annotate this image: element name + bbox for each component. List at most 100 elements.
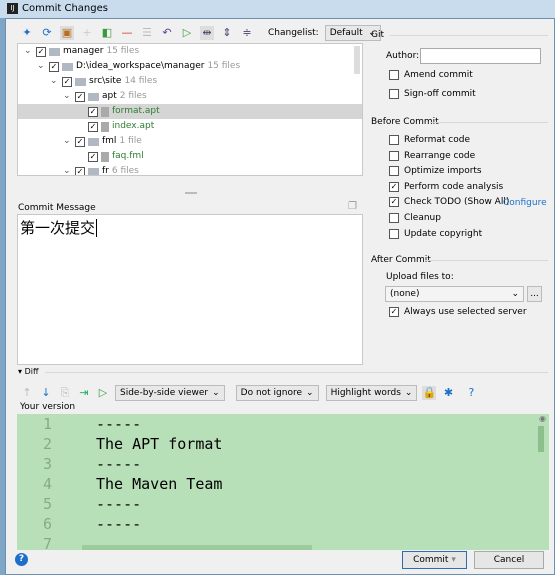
tree-node[interactable]: ⌄ ✓ fml 1 file: [18, 134, 362, 149]
merge-icon[interactable]: ◧: [100, 26, 114, 40]
amend-commit-checkbox[interactable]: Amend commit: [389, 70, 473, 80]
before-commit-option[interactable]: Cleanup: [389, 213, 441, 223]
collapse-all-icon[interactable]: ≑: [240, 26, 254, 40]
tree-node[interactable]: ⌄ ✓ apt 2 files: [18, 89, 362, 104]
node-name: faq.fml: [112, 151, 144, 161]
signoff-label: Sign-off commit: [404, 89, 476, 99]
before-commit-option[interactable]: ✓ Check TODO (Show All): [389, 197, 509, 208]
checkbox[interactable]: ✓: [75, 166, 85, 175]
chevron-down-icon[interactable]: ⌄: [63, 134, 72, 149]
tree-node[interactable]: ⌄ ✓ manager 15 files: [18, 44, 362, 59]
highlight-value: Highlight words: [330, 388, 401, 398]
checkbox[interactable]: ✓: [88, 121, 98, 132]
open-file-icon[interactable]: ⇥: [77, 386, 91, 400]
group-icon[interactable]: ☰: [140, 26, 154, 40]
arrow-down-icon[interactable]: ↓: [39, 386, 53, 400]
checkbox[interactable]: ✓: [88, 151, 98, 162]
ignore-select[interactable]: Do not ignore ⌄: [235, 385, 319, 401]
chevron-down-icon[interactable]: ⌄: [24, 44, 33, 59]
always-use-server-checkbox[interactable]: ✓ Always use selected server: [389, 307, 527, 317]
before-commit-option[interactable]: Reformat code: [389, 135, 470, 145]
changes-tree: ⌄ ✓ manager 15 files ⌄ ✓ D:\idea_workspace\man…: [17, 43, 363, 176]
chevron-down-icon: ⌄: [212, 388, 220, 398]
eye-icon[interactable]: ◉: [539, 414, 546, 423]
checkbox[interactable]: [389, 228, 399, 239]
help-button[interactable]: ?: [15, 553, 28, 566]
arrow-up-icon[interactable]: ↑: [20, 386, 34, 400]
refresh-icon[interactable]: ⟳: [40, 26, 54, 40]
clipboard-icon[interactable]: ▣: [60, 26, 74, 40]
author-input[interactable]: [420, 48, 541, 64]
chevron-down-icon[interactable]: ⌄: [37, 59, 46, 74]
checkbox[interactable]: ✓: [75, 91, 85, 102]
tree-node[interactable]: ✓ index.apt: [18, 119, 362, 134]
tree-node[interactable]: ✓ format.apt: [18, 104, 362, 119]
checkbox[interactable]: [389, 150, 399, 161]
splitter-handle[interactable]: [185, 192, 197, 194]
tree-scrollbar[interactable]: [354, 46, 360, 74]
upload-server-select[interactable]: (none) ⌄: [385, 286, 524, 302]
code-line: The APT format: [96, 435, 223, 453]
diff-editor[interactable]: ◉ 1 ----- 2 The APT format 3 ----- 4 The Maven …: [17, 414, 549, 550]
checkbox[interactable]: [389, 166, 399, 177]
expand-all-icon[interactable]: ⇕: [220, 26, 234, 40]
tree-node[interactable]: ⌄ ✓ fr 6 files: [18, 164, 362, 175]
add-icon[interactable]: +: [80, 26, 94, 40]
checkbox[interactable]: ✓: [389, 181, 399, 192]
vertical-scrollbar[interactable]: [538, 426, 544, 452]
jump-source-icon[interactable]: ⎘: [58, 386, 72, 400]
chevron-down-icon[interactable]: ⌄: [63, 89, 72, 104]
revert-icon[interactable]: ↶: [160, 26, 174, 40]
before-commit-option[interactable]: Optimize imports: [389, 166, 482, 177]
option-label: Perform code analysis: [404, 181, 504, 192]
tree-node[interactable]: ⌄ ✓ D:\idea_workspace\manager 15 files: [18, 59, 362, 74]
diff-toggle[interactable]: ▾ Diff: [18, 367, 38, 376]
help-icon[interactable]: ?: [464, 386, 478, 400]
checkbox[interactable]: ✓: [36, 46, 46, 57]
commit-button[interactable]: Commit ▾: [402, 551, 467, 569]
checkbox[interactable]: ✓: [62, 76, 72, 87]
highlight-select[interactable]: Highlight words ⌄: [325, 385, 418, 401]
viewer-select[interactable]: Side-by-side viewer ⌄: [115, 385, 225, 401]
before-commit-option[interactable]: ✓ Perform code analysis: [389, 181, 504, 192]
chevron-down-icon[interactable]: ⌄: [50, 74, 59, 89]
title-bar: IJ Commit Changes: [0, 0, 555, 18]
checkbox[interactable]: [389, 213, 399, 223]
checkbox[interactable]: [389, 89, 399, 99]
diff-icon[interactable]: ▷: [180, 26, 194, 40]
before-commit-header: Before Commit: [371, 117, 439, 127]
configure-link[interactable]: Configure: [503, 198, 547, 208]
changes-toolbar: ✦ ⟳ ▣ + ◧ — ☰ ↶ ▷ ⇹ ⇕ ≑ Changelist: Defa…: [20, 24, 381, 42]
option-label: Rearrange code: [404, 150, 476, 161]
file-icon: [101, 151, 109, 162]
option-label: Reformat code: [404, 135, 470, 145]
history-icon[interactable]: ❐: [348, 201, 357, 212]
remove-icon[interactable]: —: [120, 26, 134, 40]
horizontal-scrollbar[interactable]: [82, 545, 312, 550]
checkbox[interactable]: [389, 70, 399, 80]
browse-servers-button[interactable]: ...: [527, 286, 542, 302]
window-title: Commit Changes: [22, 3, 108, 14]
expand-toggle-icon[interactable]: ⇹: [200, 26, 214, 40]
chevron-down-icon[interactable]: ⌄: [63, 164, 72, 175]
chevron-down-icon: ⌄: [511, 289, 519, 299]
lock-icon[interactable]: 🔒: [422, 386, 437, 400]
commit-message-input[interactable]: 第一次提交: [17, 214, 363, 365]
move-icon[interactable]: ✦: [20, 26, 34, 40]
checkbox[interactable]: ✓: [49, 61, 59, 72]
compare-icon[interactable]: ▷: [96, 386, 110, 400]
option-label: Optimize imports: [404, 166, 482, 177]
before-commit-option[interactable]: Rearrange code: [389, 150, 476, 161]
signoff-commit-checkbox[interactable]: Sign-off commit: [389, 89, 476, 99]
gear-icon[interactable]: ✱: [441, 386, 455, 400]
tree-node[interactable]: ⌄ ✓ src\site 14 files: [18, 74, 362, 89]
tree-node[interactable]: ✓ faq.fml: [18, 149, 362, 164]
checkbox[interactable]: ✓: [389, 197, 399, 208]
before-commit-option[interactable]: Update copyright: [389, 228, 482, 239]
checkbox[interactable]: ✓: [389, 307, 399, 317]
checkbox[interactable]: ✓: [88, 106, 98, 117]
commit-message-label: Commit Message: [18, 203, 96, 213]
checkbox[interactable]: [389, 135, 399, 145]
checkbox[interactable]: ✓: [75, 136, 85, 147]
cancel-button[interactable]: Cancel: [474, 551, 544, 569]
